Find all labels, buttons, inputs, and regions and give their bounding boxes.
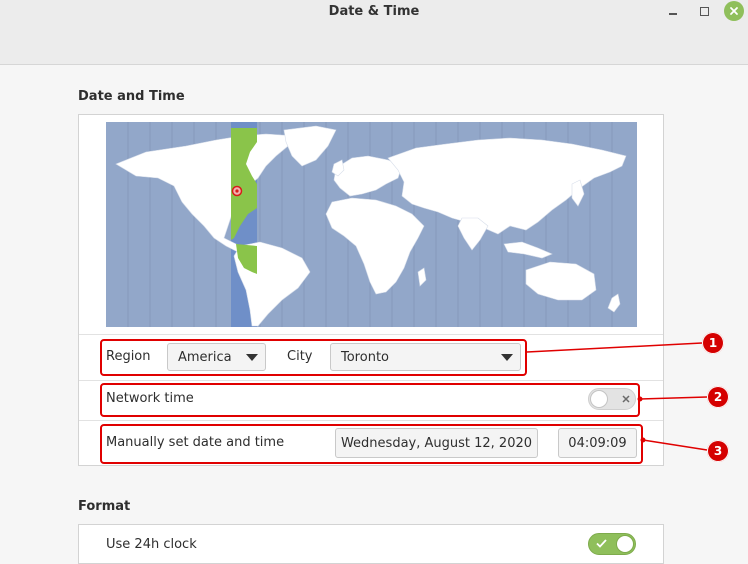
clock-24h-switch[interactable] bbox=[588, 533, 636, 555]
minimize-button[interactable] bbox=[664, 2, 682, 20]
annotation-marker-3: 3 bbox=[707, 440, 729, 462]
annotation-box-3 bbox=[100, 424, 643, 464]
annotation-box-1 bbox=[100, 339, 527, 376]
window-title: Date & Time bbox=[328, 4, 420, 19]
switch-knob bbox=[616, 535, 634, 553]
row-divider bbox=[79, 420, 663, 421]
close-button[interactable] bbox=[724, 1, 744, 21]
annotation-box-2 bbox=[100, 383, 640, 417]
maximize-icon bbox=[699, 6, 709, 16]
check-icon bbox=[596, 539, 607, 548]
maximize-button[interactable] bbox=[695, 2, 713, 20]
minimize-icon bbox=[669, 13, 677, 15]
section-title-format: Format bbox=[78, 499, 131, 514]
annotation-marker-1: 1 bbox=[702, 332, 724, 354]
location-pin-icon bbox=[231, 185, 243, 197]
timezone-map[interactable] bbox=[106, 122, 637, 327]
title-bar: Date & Time bbox=[0, 0, 748, 65]
close-icon bbox=[730, 7, 738, 15]
row-divider bbox=[79, 380, 663, 381]
row-divider bbox=[79, 334, 663, 335]
annotation-marker-2: 2 bbox=[707, 386, 729, 408]
section-title-date-time: Date and Time bbox=[78, 89, 185, 104]
clock-24h-label: Use 24h clock bbox=[106, 537, 197, 552]
